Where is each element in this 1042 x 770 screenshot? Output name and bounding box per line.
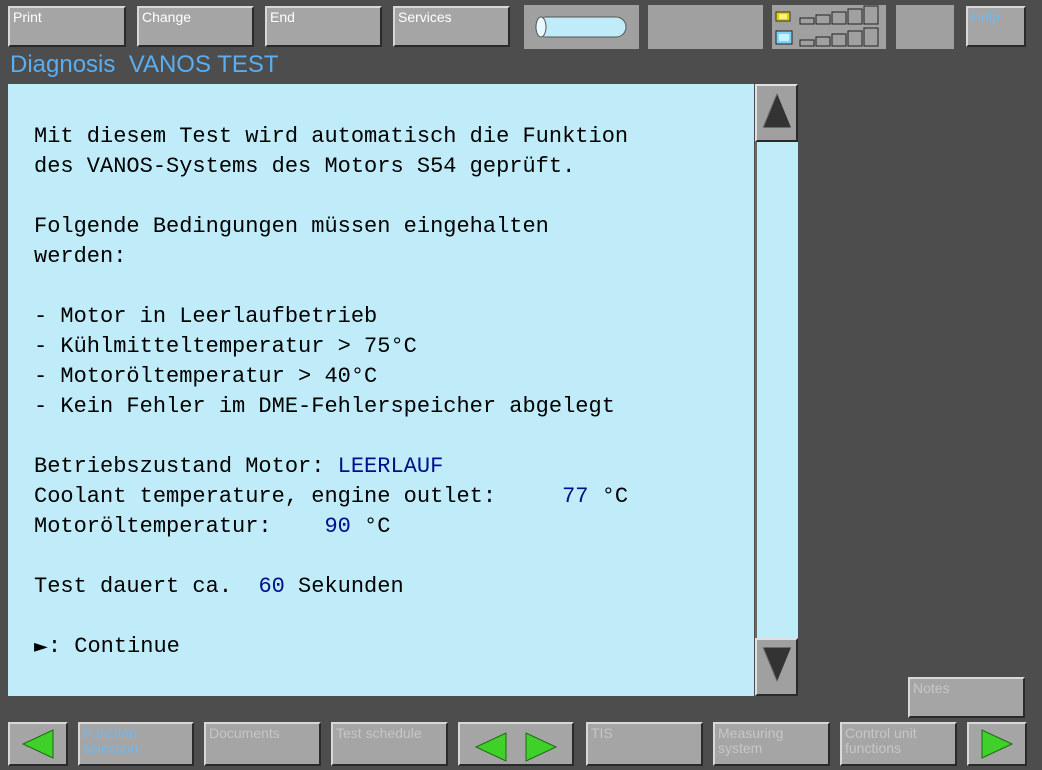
- page-back-button[interactable]: [474, 732, 508, 765]
- arrow-down-icon: [761, 645, 793, 690]
- progress-bar-icon: [535, 16, 627, 38]
- continue-hint: ►: Continue: [34, 634, 180, 659]
- documents-button[interactable]: Documents: [204, 722, 321, 766]
- arrow-left-icon: [21, 729, 55, 759]
- forward-button[interactable]: [967, 722, 1027, 766]
- condition-item: - Kühlmitteltemperatur > 75°C: [34, 334, 417, 359]
- page-navigation-buttons: [458, 722, 574, 766]
- intro-line-2: des VANOS-Systems des Motors S54 geprüft…: [34, 154, 576, 179]
- change-button[interactable]: Change: [137, 6, 254, 47]
- test-duration-label: Test dauert ca.: [34, 574, 259, 599]
- arrow-right-icon: [525, 732, 558, 762]
- oil-temp-label: Motoröltemperatur:: [34, 514, 325, 539]
- tis-button[interactable]: TIS: [586, 722, 703, 766]
- section-label: Diagnosis: [10, 51, 116, 78]
- test-duration-row: Test dauert ca. 60 Sekunden: [34, 574, 404, 599]
- conditions-line-1: Folgende Bedingungen müssen eingehalten: [34, 214, 549, 239]
- content-panel: Mit diesem Test wird automatisch die Fun…: [8, 84, 754, 696]
- oil-temp-row: Motoröltemperatur: 90 °C: [34, 514, 390, 539]
- measuring-system-button[interactable]: Measuring system: [713, 722, 830, 766]
- coolant-temp-row: Coolant temperature, engine outlet: 77 °…: [34, 484, 628, 509]
- notes-button[interactable]: Notes: [908, 677, 1025, 718]
- page-title: Diagnosis VANOS TEST: [10, 51, 279, 79]
- test-schedule-button[interactable]: Test schedule: [331, 722, 448, 766]
- services-button[interactable]: Services: [393, 6, 510, 47]
- arrow-left-icon: [474, 732, 507, 762]
- scroll-up-button[interactable]: [755, 84, 798, 142]
- control-unit-functions-button[interactable]: Control unit functions: [840, 722, 957, 766]
- connection-status: [772, 5, 886, 49]
- blank-panel: [896, 5, 954, 49]
- end-button[interactable]: End: [265, 6, 382, 47]
- status-panel: [648, 5, 763, 49]
- test-name: VANOS TEST: [128, 51, 279, 78]
- intro-line-1: Mit diesem Test wird automatisch die Fun…: [34, 124, 629, 149]
- engine-state-label: Betriebszustand Motor:: [34, 454, 338, 479]
- conditions-line-2: werden:: [34, 244, 127, 269]
- continue-label: : Continue: [47, 634, 180, 659]
- condition-item: - Kein Fehler im DME-Fehlerspeicher abge…: [34, 394, 615, 419]
- oil-temp-unit: °C: [350, 514, 391, 539]
- oil-temp-value: 90: [324, 514, 351, 539]
- scrollbar-track[interactable]: [755, 84, 798, 696]
- signal-strength-icon: [775, 5, 879, 47]
- coolant-temp-unit: °C: [588, 484, 629, 509]
- test-duration-unit: Sekunden: [284, 574, 404, 599]
- coolant-temp-value: 77: [562, 484, 589, 509]
- help-button[interactable]: Help: [966, 6, 1026, 47]
- condition-item: - Motoröltemperatur > 40°C: [34, 364, 378, 389]
- play-arrow-icon: ►: [34, 636, 48, 657]
- arrow-up-icon: [761, 91, 793, 136]
- coolant-temp-label: Coolant temperature, engine outlet:: [34, 484, 563, 509]
- page-forward-button[interactable]: [524, 732, 558, 765]
- progress-indicator: [524, 5, 639, 49]
- print-button[interactable]: Print: [8, 6, 126, 47]
- engine-state-value: LEERLAUF: [337, 454, 444, 479]
- function-selection-button[interactable]: Function selection: [78, 722, 194, 766]
- test-duration-value: 60: [258, 574, 285, 599]
- scroll-down-button[interactable]: [755, 638, 798, 696]
- arrow-right-icon: [980, 729, 1014, 759]
- back-button[interactable]: [8, 722, 68, 766]
- engine-state-row: Betriebszustand Motor: LEERLAUF: [34, 454, 443, 479]
- condition-item: - Motor in Leerlaufbetrieb: [34, 304, 378, 329]
